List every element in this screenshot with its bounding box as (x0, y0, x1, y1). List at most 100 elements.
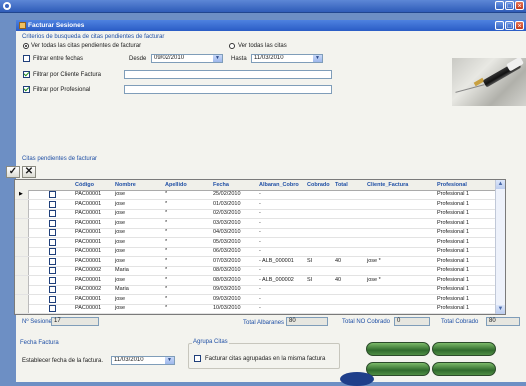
radio-pending[interactable] (23, 43, 29, 49)
to-date-field[interactable]: 11/03/2010 ▼ (251, 54, 323, 63)
cell-profesional: Profesional 1 (437, 238, 470, 245)
client-field[interactable] (124, 70, 332, 79)
col-codigo[interactable]: Código (73, 180, 94, 190)
row-header[interactable] (15, 209, 29, 218)
filter-prof-checkbox[interactable] (23, 86, 30, 93)
row-header[interactable] (15, 275, 29, 285)
cell-cobrado (305, 247, 307, 256)
row-select-checkbox[interactable] (49, 257, 56, 265)
table-row[interactable]: PAC00001 jose * 08/03/2010 - ALB_000002 SI 40 j… (15, 275, 496, 286)
chevron-down-icon[interactable]: ▼ (165, 357, 174, 364)
cell-total: 40 (335, 257, 342, 264)
cell-apellido: * (165, 200, 168, 207)
grid-scrollbar[interactable]: ▲ ▼ (495, 180, 505, 314)
table-row[interactable]: PAC00001 jose * 10/03/2010 - Profesional 1 (15, 304, 496, 314)
cancel-button[interactable]: ✕ (22, 166, 36, 178)
chevron-down-icon[interactable]: ▼ (213, 55, 222, 62)
cell-cliente (365, 247, 367, 256)
row-select-checkbox[interactable] (49, 238, 56, 246)
filter-dates-checkbox[interactable] (23, 55, 30, 62)
cell-profesional: Profesional 1 (437, 229, 470, 235)
row-select-checkbox[interactable] (49, 276, 56, 284)
cell-fecha: 07/03/2010 (213, 257, 241, 264)
close-button[interactable]: × (515, 1, 524, 10)
row-header[interactable] (15, 256, 29, 266)
row-header[interactable] (15, 237, 29, 247)
row-select-checkbox[interactable] (49, 200, 56, 208)
col-albaran[interactable]: Albaran_Cobro (257, 180, 299, 190)
cell-codigo: PAC00001 (75, 191, 102, 197)
col-profesional[interactable]: Profesional (435, 180, 467, 190)
row-header[interactable] (15, 304, 29, 313)
row-header[interactable] (15, 190, 29, 199)
chevron-down-icon[interactable]: ▼ (313, 55, 322, 62)
row-header[interactable] (15, 228, 29, 237)
col-apellido[interactable]: Apellido (163, 180, 187, 190)
table-row[interactable]: PAC00002 Maria * 08/03/2010 - Profesional 1 (15, 266, 496, 276)
filter-dates-label: Filtrar entre fechas (33, 56, 84, 62)
cell-albaran: - (259, 191, 261, 197)
col-nombre[interactable]: Nombre (113, 180, 136, 190)
cell-profesional: Profesional 1 (437, 210, 470, 216)
col-fecha[interactable]: Fecha (211, 180, 229, 190)
row-select-checkbox[interactable] (49, 295, 56, 303)
row-select-checkbox[interactable] (49, 210, 56, 217)
scroll-down-icon[interactable]: ▼ (496, 305, 505, 314)
col-total[interactable]: Total (333, 180, 348, 190)
action-button-2[interactable] (432, 342, 496, 356)
radio-all[interactable] (229, 43, 235, 49)
group-checkbox[interactable] (194, 355, 201, 362)
table-row[interactable]: PAC00001 jose * 01/03/2010 - Profesional 1 (15, 199, 496, 210)
col-cliente[interactable]: Cliente_Factura (365, 180, 408, 190)
professional-field[interactable] (124, 85, 332, 94)
row-select-checkbox[interactable] (49, 191, 56, 198)
action-button-1[interactable] (366, 342, 430, 356)
row-header[interactable] (15, 285, 29, 294)
cell-cliente (365, 190, 367, 199)
row-header[interactable] (15, 199, 29, 209)
action-button-3[interactable] (366, 362, 430, 376)
citas-grid: Código Nombre Apellido Fecha Albaran_Cob… (14, 179, 506, 315)
cell-fecha: 08/03/2010 (213, 276, 241, 283)
invoice-date-field[interactable]: 11/03/2010 ▼ (111, 356, 175, 365)
row-select-checkbox[interactable] (49, 219, 56, 227)
cell-cliente: jose * (367, 257, 381, 264)
from-date-field[interactable]: 09/02/2010 ▼ (151, 54, 223, 63)
invoice-date-title: Fecha Factura (20, 340, 59, 346)
maximize-button[interactable]: □ (505, 1, 514, 10)
row-select-checkbox[interactable] (49, 286, 56, 293)
table-row[interactable]: PAC00001 jose * 09/03/2010 - Profesional 1 (15, 294, 496, 305)
cell-cobrado (305, 295, 307, 304)
row-select-checkbox[interactable] (49, 248, 56, 255)
inner-minimize-button[interactable]: _ (495, 21, 504, 30)
cell-total (333, 304, 335, 313)
row-header[interactable] (15, 247, 29, 256)
cell-total (333, 295, 335, 304)
action-button-4[interactable] (432, 362, 496, 376)
cell-albaran: - (259, 210, 261, 216)
table-row[interactable]: PAC00001 jose * 25/02/2010 - Profesional 1 (15, 190, 496, 200)
table-row[interactable]: PAC00001 jose * 04/03/2010 - Profesional 1 (15, 228, 496, 238)
table-row[interactable]: PAC00001 jose * 03/03/2010 - Profesional 1 (15, 218, 496, 229)
table-row[interactable]: PAC00001 jose * 07/03/2010 - ALB_000001 SI 40 j… (15, 256, 496, 267)
col-cobrado[interactable]: Cobrado (305, 180, 330, 190)
row-header[interactable] (15, 294, 29, 304)
row-header[interactable] (15, 266, 29, 275)
row-header[interactable] (15, 218, 29, 228)
cell-profesional: Profesional 1 (437, 267, 470, 273)
row-select-checkbox[interactable] (49, 305, 56, 312)
table-row[interactable]: PAC00002 Maria * 09/03/2010 - Profesional 1 (15, 285, 496, 295)
table-row[interactable]: PAC00001 jose * 02/03/2010 - Profesional 1 (15, 209, 496, 219)
filter-client-checkbox[interactable] (23, 71, 30, 78)
table-row[interactable]: PAC00001 jose * 05/03/2010 - Profesional 1 (15, 237, 496, 248)
inner-close-button[interactable]: × (515, 21, 524, 30)
inner-maximize-button[interactable]: □ (505, 21, 514, 30)
scroll-up-icon[interactable]: ▲ (496, 180, 505, 189)
accept-button[interactable]: ✓ (6, 166, 20, 178)
row-select-checkbox[interactable] (49, 229, 56, 236)
cell-nombre: jose (115, 238, 126, 245)
minimize-button[interactable]: _ (495, 1, 504, 10)
cell-albaran: - ALB_000002 (259, 276, 294, 283)
row-select-checkbox[interactable] (49, 267, 56, 274)
table-row[interactable]: PAC00001 jose * 06/03/2010 - Profesional 1 (15, 247, 496, 257)
